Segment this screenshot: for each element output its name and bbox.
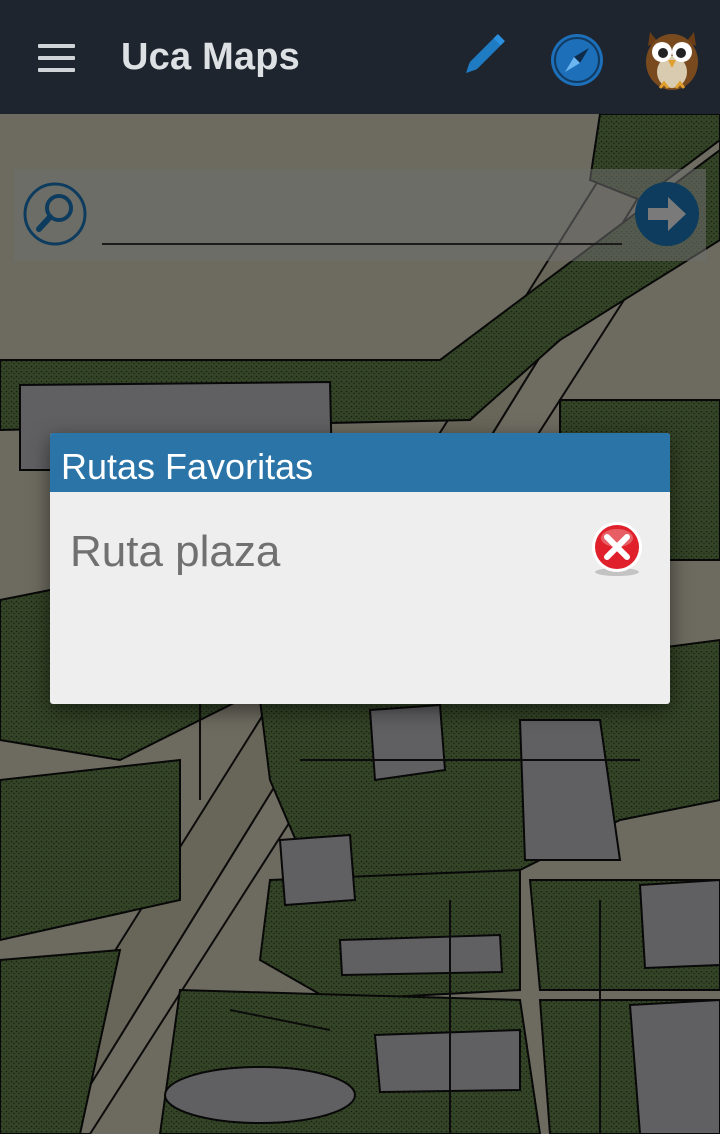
- menu-button[interactable]: [30, 38, 82, 82]
- red-x-icon: [592, 522, 642, 576]
- favorites-dialog: Rutas Favoritas Ruta plaza: [50, 433, 670, 704]
- hamburger-menu-icon: [38, 68, 75, 72]
- dialog-header: Rutas Favoritas: [50, 433, 670, 492]
- edit-button[interactable]: [455, 28, 511, 84]
- favorite-route-label[interactable]: Ruta plaza: [70, 527, 280, 577]
- profile-button[interactable]: [636, 22, 708, 94]
- owl-avatar-icon: [646, 32, 698, 90]
- delete-route-button[interactable]: [587, 520, 647, 580]
- dialog-title: Rutas Favoritas: [61, 446, 314, 487]
- hamburger-menu-icon: [38, 56, 75, 60]
- list-item[interactable]: Ruta plaza: [50, 492, 670, 612]
- screen: Uca Maps Rutas Favoritas Ruta plaza: [0, 0, 720, 1134]
- app-title: Uca Maps: [121, 36, 301, 78]
- compass-button[interactable]: [548, 31, 606, 89]
- compass-icon: [551, 34, 603, 86]
- app-bar: Uca Maps: [0, 0, 720, 114]
- pencil-icon: [466, 34, 505, 73]
- hamburger-menu-icon: [38, 44, 75, 48]
